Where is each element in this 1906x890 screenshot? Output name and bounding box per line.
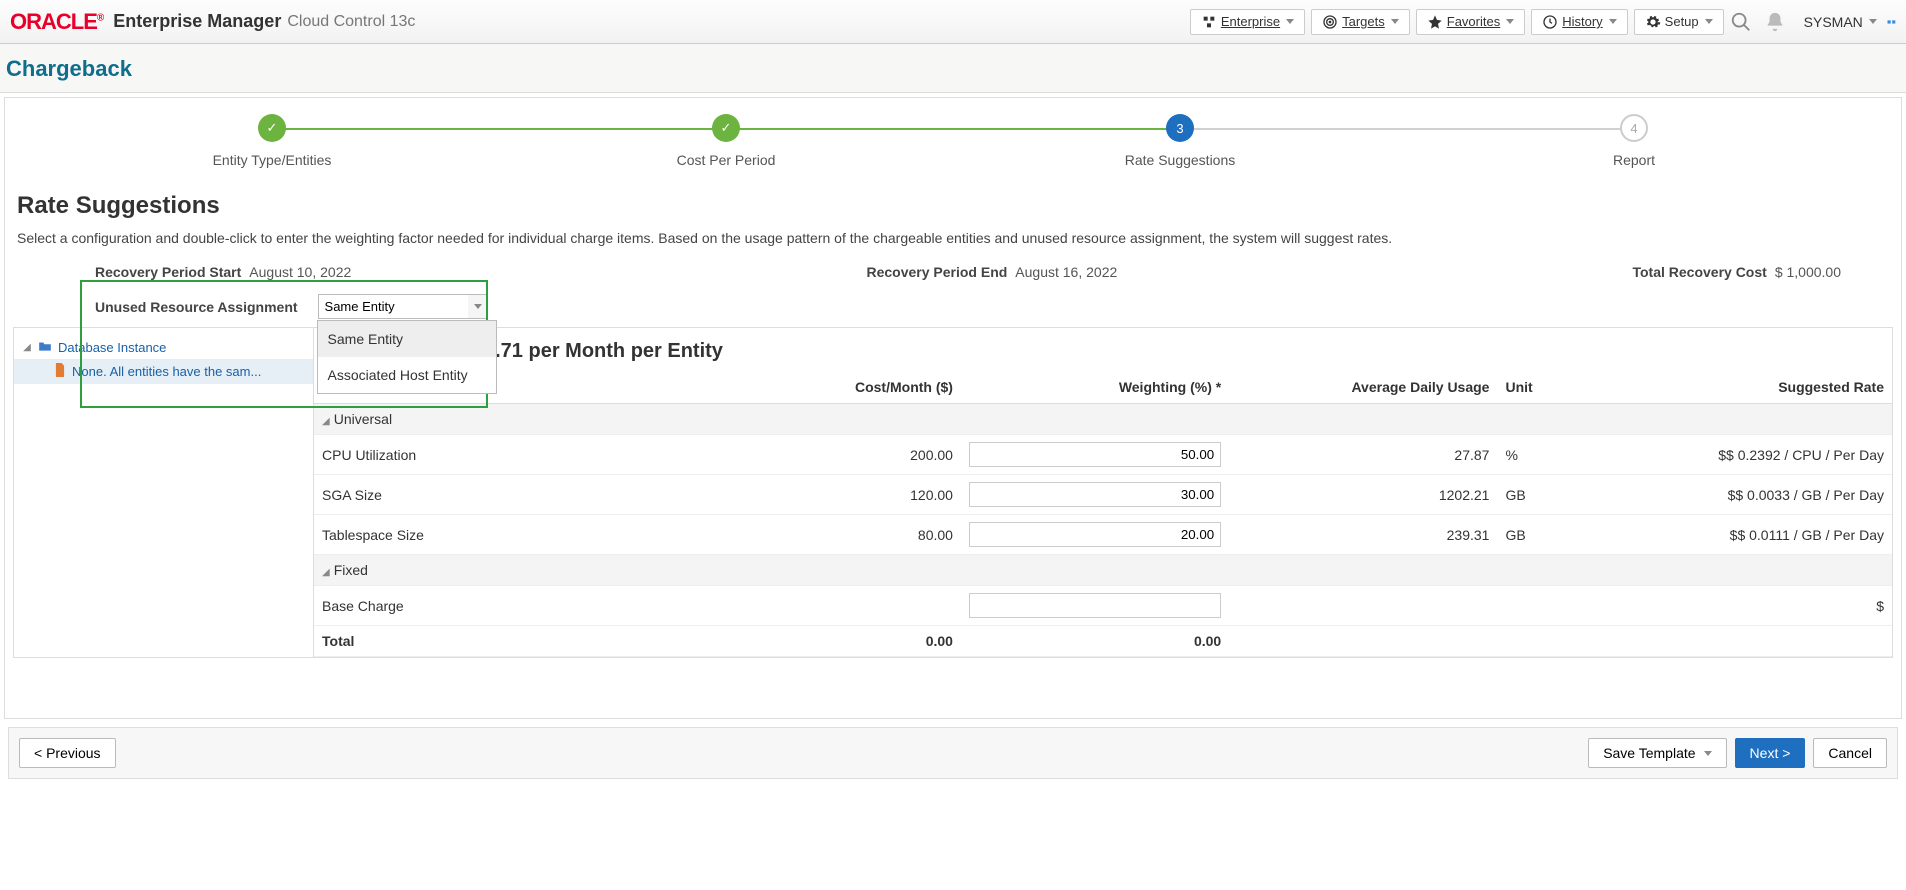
unused-resource-select[interactable]: Same Entity Associated Host Entity [318, 294, 488, 319]
col-usage: Average Daily Usage [1229, 371, 1497, 404]
dropdown-toggle[interactable] [468, 294, 488, 319]
search-icon [1730, 11, 1752, 33]
sitemap-icon [1201, 14, 1217, 30]
wizard-step-report[interactable]: 4 Report [1407, 114, 1861, 168]
col-suggested: Suggested Rate [1608, 371, 1892, 404]
wizard-footer: < Previous Save Template Next > Cancel [8, 727, 1898, 779]
col-cost: Cost/Month ($) [724, 371, 961, 404]
option-associated-host[interactable]: Associated Host Entity [318, 357, 496, 393]
total-cost-label: Total Recovery Cost [1632, 264, 1766, 280]
wizard-step-rates[interactable]: 3 Rate Suggestions [953, 114, 1407, 168]
rates-table: Cost/Month ($) Weighting (%) * Average D… [314, 371, 1892, 657]
recovery-info-bar: Recovery Period Start August 10, 2022 Rec… [95, 264, 1841, 280]
category-universal[interactable]: ◢Universal [314, 404, 1892, 435]
file-icon [54, 363, 66, 380]
section-title: Rate Suggestions [17, 192, 1889, 220]
rates-panel: 5.71 per Month per Entity Cost/Month ($)… [314, 328, 1892, 657]
chevron-down-icon [474, 304, 482, 309]
folder-icon [38, 340, 52, 355]
table-row: CPU Utilization 200.00 27.87 % $$ 0.2392… [314, 435, 1892, 475]
overflow-menu[interactable]: ▪▪ [1887, 14, 1896, 29]
collapse-icon[interactable]: ◢ [22, 342, 32, 353]
previous-button[interactable]: < Previous [19, 738, 116, 768]
col-weight: Weighting (%) * [961, 371, 1229, 404]
dropdown-list: Same Entity Associated Host Entity [317, 320, 497, 394]
recovery-start-value: August 10, 2022 [249, 264, 351, 280]
global-header: ORACLE® Enterprise Manager Cloud Control… [0, 0, 1906, 44]
page-subheader: Chargeback [0, 44, 1906, 93]
wizard-step-entities[interactable]: ✓ Entity Type/Entities [45, 114, 499, 168]
weight-input-base[interactable] [969, 593, 1221, 618]
page-title: Chargeback [6, 56, 1900, 82]
targets-menu[interactable]: Targets [1311, 9, 1410, 35]
section-description: Select a configuration and double-click … [17, 230, 1889, 246]
wizard-train: ✓ Entity Type/Entities ✓ Cost Per Period… [45, 114, 1861, 184]
app-title: Enterprise Manager [113, 11, 281, 32]
oracle-logo: ORACLE® [10, 9, 103, 35]
notifications-button[interactable] [1758, 5, 1792, 39]
bell-icon [1764, 11, 1786, 33]
weight-input-cpu[interactable] [969, 442, 1221, 467]
next-button[interactable]: Next > [1735, 738, 1806, 768]
tree-node-database-instance[interactable]: ◢ Database Instance [14, 336, 313, 359]
favorites-menu[interactable]: Favorites [1416, 9, 1525, 35]
search-button[interactable] [1724, 5, 1758, 39]
star-icon [1427, 14, 1443, 30]
gear-icon [1645, 14, 1661, 30]
collapse-icon[interactable]: ◢ [322, 567, 330, 578]
main-panel: ✓ Entity Type/Entities ✓ Cost Per Period… [4, 97, 1902, 719]
total-row: Total 0.00 0.00 [314, 626, 1892, 657]
recovery-end-label: Recovery Period End [866, 264, 1007, 280]
tree-node-config[interactable]: None. All entities have the sam... [14, 359, 313, 384]
target-icon [1322, 14, 1338, 30]
recovery-start-label: Recovery Period Start [95, 264, 241, 280]
unused-resource-label: Unused Resource Assignment [95, 299, 298, 315]
option-same-entity[interactable]: Same Entity [318, 321, 496, 357]
table-row: SGA Size 120.00 1202.21 GB $$ 0.0033 / G… [314, 475, 1892, 515]
user-menu[interactable]: SYSMAN [1804, 14, 1877, 30]
collapse-icon[interactable]: ◢ [322, 416, 330, 427]
recovery-end-value: August 16, 2022 [1015, 264, 1117, 280]
category-fixed[interactable]: ◢Fixed [314, 555, 1892, 586]
wizard-step-cost[interactable]: ✓ Cost Per Period [499, 114, 953, 168]
save-template-button[interactable]: Save Template [1588, 738, 1726, 768]
clock-icon [1542, 14, 1558, 30]
enterprise-menu[interactable]: Enterprise [1190, 9, 1305, 35]
table-row: Base Charge $ [314, 586, 1892, 626]
total-cost-value: $ 1,000.00 [1775, 264, 1841, 280]
weight-input-tablespace[interactable] [969, 522, 1221, 547]
unused-resource-input[interactable] [318, 294, 488, 319]
entity-tree: ◢ Database Instance None. All entities h… [14, 328, 314, 657]
weight-input-sga[interactable] [969, 482, 1221, 507]
history-menu[interactable]: History [1531, 9, 1627, 35]
chevron-down-icon [1704, 751, 1712, 756]
app-subtitle: Cloud Control 13c [287, 13, 415, 31]
setup-menu[interactable]: Setup [1634, 9, 1724, 35]
col-unit: Unit [1497, 371, 1607, 404]
cancel-button[interactable]: Cancel [1813, 738, 1887, 768]
rates-title: 5.71 per Month per Entity [314, 328, 1892, 371]
table-row: Tablespace Size 80.00 239.31 GB $$ 0.011… [314, 515, 1892, 555]
